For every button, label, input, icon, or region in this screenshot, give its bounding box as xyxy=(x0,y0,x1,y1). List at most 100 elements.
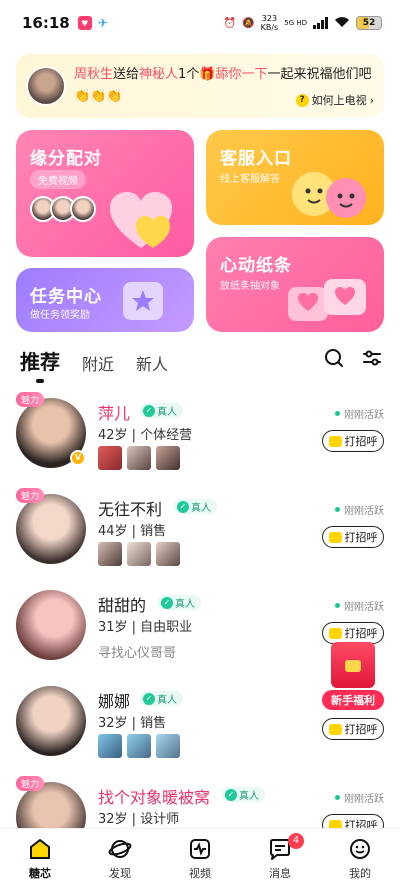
search-icon[interactable] xyxy=(324,348,344,368)
user-photos xyxy=(98,542,180,566)
question-icon: ? xyxy=(295,93,309,107)
status-right: ⏰ 🔕 323 KB/s 5G HD 52 xyxy=(224,14,382,32)
signal-icon xyxy=(313,17,328,29)
tab-nearby[interactable]: 附近 xyxy=(82,351,114,375)
heart-note-card[interactable]: 心动纸条 放纸条抽对象 xyxy=(206,237,384,332)
customer-service-card[interactable]: 客服入口 线上客服解答 xyxy=(206,130,384,225)
user-name: 甜甜的 xyxy=(98,596,147,615)
heart-icon xyxy=(110,192,172,248)
tab-newcomer[interactable]: 新人 xyxy=(136,351,168,375)
avatar[interactable] xyxy=(16,590,86,660)
mute-icon: 🔕 xyxy=(242,17,255,29)
feed-tabs: 推荐 附近 新人 xyxy=(20,346,168,375)
gift-icon: 🎁 xyxy=(199,67,216,82)
user-info: 42岁 | 个体经营 xyxy=(98,428,193,443)
photo-thumbnail[interactable] xyxy=(98,542,122,566)
list-item[interactable]: 魅力 V 萍儿 ✓ 真人 42岁 | 个体经营 刚刚活跃 打招呼 xyxy=(0,392,400,494)
nav-item-profile[interactable]: 我的 xyxy=(320,829,400,889)
avatar[interactable] xyxy=(16,494,86,564)
avatar xyxy=(70,196,96,222)
user-name: 找个对象暖被窝 xyxy=(98,788,211,807)
user-photos xyxy=(98,734,180,758)
user-bio: 寻找心仪哥哥 xyxy=(98,646,177,661)
verified-badge: ✓ 真人 xyxy=(158,595,201,610)
sender-avatar xyxy=(26,66,66,106)
photo-thumbnail[interactable] xyxy=(127,446,151,470)
vip-badge-icon: V xyxy=(70,450,86,466)
photo-thumbnail[interactable] xyxy=(156,542,180,566)
unread-badge: 4 xyxy=(288,833,304,849)
battery-icon: 52 xyxy=(356,16,382,30)
user-info: 31岁 | 自由职业 xyxy=(98,620,193,635)
check-icon: ✓ xyxy=(177,500,189,513)
telegram-icon: ✈ xyxy=(97,16,108,30)
greet-button[interactable]: 打招呼 xyxy=(322,622,384,644)
nav-item-messages[interactable]: 4 消息 xyxy=(240,829,320,889)
free-video-pill: 免费视频 xyxy=(30,170,86,189)
photo-thumbnail[interactable] xyxy=(127,542,151,566)
avatar[interactable] xyxy=(16,686,86,756)
user-name: 娜娜 xyxy=(98,692,131,711)
home-icon xyxy=(30,839,50,859)
smiley-icon xyxy=(350,839,370,859)
check-icon: ✓ xyxy=(225,788,237,801)
photo-thumbnail[interactable] xyxy=(98,734,122,758)
wifi-icon xyxy=(334,16,350,31)
chat-icon xyxy=(328,627,342,639)
active-status: 刚刚活跃 xyxy=(335,502,384,517)
how-to-tv-link[interactable]: ? 如何上电视 › xyxy=(295,92,374,108)
net-speed: 323 KB/s xyxy=(260,14,279,32)
love-letter-icon xyxy=(288,279,366,321)
tab-tools xyxy=(324,348,382,368)
charm-tag: 魅力 xyxy=(16,392,45,407)
network-type: 5G HD xyxy=(284,19,307,27)
match-card[interactable]: 缘分配对 免费视频 xyxy=(16,130,194,257)
filter-icon[interactable] xyxy=(362,348,382,368)
user-info: 44岁 | 销售 xyxy=(98,524,167,539)
status-notification-icons: ♥ ✈ xyxy=(77,16,112,30)
newbie-welfare-button[interactable]: 新手福利 xyxy=(322,642,384,710)
verified-badge: ✓ 真人 xyxy=(140,403,183,418)
chat-icon xyxy=(328,531,342,543)
check-icon: ✓ xyxy=(143,692,155,705)
user-name: 无往不利 xyxy=(98,500,163,519)
task-center-card[interactable]: 任务中心 做任务领奖励 xyxy=(16,268,194,332)
photo-thumbnail[interactable] xyxy=(127,734,151,758)
bottom-nav: 糖芯 发现 视频 4 消息 我的 xyxy=(0,828,400,889)
active-status: 刚刚活跃 xyxy=(335,790,384,805)
nav-item-home[interactable]: 糖芯 xyxy=(0,829,80,889)
alarm-icon: ⏰ xyxy=(223,17,237,29)
user-photos xyxy=(98,446,180,470)
verified-badge: ✓ 真人 xyxy=(222,787,265,802)
active-status: 刚刚活跃 xyxy=(335,598,384,613)
user-name: 萍儿 xyxy=(98,404,131,423)
greet-button[interactable]: 打招呼 xyxy=(322,526,384,548)
star-box-icon xyxy=(123,282,163,320)
photo-thumbnail[interactable] xyxy=(156,734,180,758)
clap-icons: 👏👏👏 xyxy=(74,89,123,104)
nav-item-discover[interactable]: 发现 xyxy=(80,829,160,889)
chat-icon xyxy=(328,435,342,447)
greet-button[interactable]: 打招呼 xyxy=(322,430,384,452)
video-pulse-icon xyxy=(190,839,210,859)
check-icon: ✓ xyxy=(161,596,173,609)
list-item[interactable]: 魅力 无往不利 ✓ 真人 44岁 | 销售 刚刚活跃 打招呼 xyxy=(0,488,400,590)
tab-recommend[interactable]: 推荐 xyxy=(20,346,60,375)
gift-banner[interactable]: 周秋生送给神秘人1个🎁舔你一下一起来祝福他们吧👏👏👏 ? 如何上电视 › xyxy=(16,54,384,118)
charm-tag: 魅力 xyxy=(16,776,45,791)
emoji-faces-icon xyxy=(292,172,366,218)
greet-button[interactable]: 打招呼 xyxy=(322,718,384,740)
app-notification-icon: ♥ xyxy=(77,16,92,30)
active-status: 刚刚活跃 xyxy=(335,406,384,421)
match-avatars xyxy=(30,196,96,222)
status-bar: 16:18 ♥ ✈ ⏰ 🔕 323 KB/s 5G HD 52 xyxy=(0,0,400,46)
photo-thumbnail[interactable] xyxy=(98,446,122,470)
planet-icon xyxy=(108,840,132,858)
nav-item-video[interactable]: 视频 xyxy=(160,829,240,889)
chat-icon xyxy=(328,723,342,735)
verified-badge: ✓ 真人 xyxy=(174,499,217,514)
user-info: 32岁 | 设计师 xyxy=(98,812,180,827)
photo-thumbnail[interactable] xyxy=(156,446,180,470)
charm-tag: 魅力 xyxy=(16,488,45,503)
verified-badge: ✓ 真人 xyxy=(140,691,183,706)
